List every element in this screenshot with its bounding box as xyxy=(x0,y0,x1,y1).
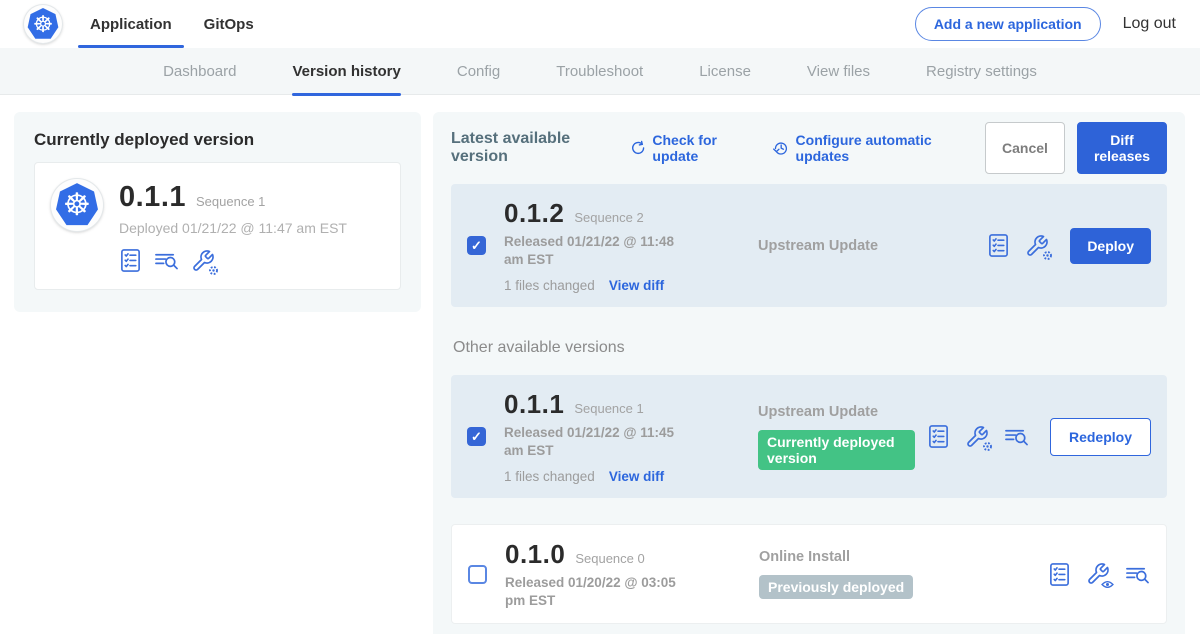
kubernetes-logo-icon: ☸ xyxy=(24,5,62,43)
deploy-button[interactable]: Deploy xyxy=(1070,228,1151,264)
tab-gitops[interactable]: GitOps xyxy=(204,0,254,48)
source-label: Online Install xyxy=(759,549,1036,565)
topnav-tabs: Application GitOps xyxy=(90,0,254,48)
version-row: 0.1.0 Sequence 0 Released 01/20/22 @ 03:… xyxy=(451,524,1167,624)
topnav-right: Add a new application Log out xyxy=(915,7,1176,41)
edit-config-icon[interactable] xyxy=(1025,234,1049,258)
version-row: ✓ 0.1.1 Sequence 1 Released 01/21/22 @ 1… xyxy=(451,375,1167,498)
deployed-sequence: Sequence 1 xyxy=(196,194,265,209)
version-number: 0.1.1 xyxy=(504,389,564,420)
version-actions: Redeploy xyxy=(927,418,1151,456)
panel-header: Latest available version Check for updat… xyxy=(451,130,1167,166)
released-timestamp: Released 01/21/22 @ 11:48 am EST xyxy=(504,233,694,268)
view-diff-link[interactable]: View diff xyxy=(609,469,664,484)
subnav-tab-troubleshoot[interactable]: Troubleshoot xyxy=(556,48,643,95)
source-label: Upstream Update xyxy=(758,238,975,254)
version-actions: Deploy xyxy=(987,228,1151,264)
version-info: 0.1.2 Sequence 2 Released 01/21/22 @ 11:… xyxy=(504,198,716,293)
tab-application[interactable]: Application xyxy=(90,0,172,48)
currently-deployed-badge: Currently deployed version xyxy=(758,430,915,470)
configure-automatic-updates-label: Configure automatic updates xyxy=(796,132,963,164)
view-config-icon[interactable] xyxy=(1086,562,1110,586)
version-number: 0.1.0 xyxy=(505,539,565,570)
gear-icon xyxy=(208,265,219,276)
latest-available-title: Latest available version xyxy=(451,130,608,166)
source-label: Upstream Update xyxy=(758,404,915,420)
add-new-application-button[interactable]: Add a new application xyxy=(915,7,1101,41)
currently-deployed-title: Currently deployed version xyxy=(34,130,401,150)
app-icon: ☸ xyxy=(51,179,103,231)
preflight-checks-icon[interactable] xyxy=(119,248,142,273)
edit-config-icon[interactable] xyxy=(191,249,215,273)
currently-deployed-card: Currently deployed version ☸ 0.1.1 Seque… xyxy=(14,112,421,312)
version-actions xyxy=(1048,562,1150,587)
redeploy-button[interactable]: Redeploy xyxy=(1050,418,1151,456)
diff-select-checkbox[interactable]: ✓ xyxy=(467,427,486,446)
version-history-panel: Latest available version Check for updat… xyxy=(433,112,1185,634)
released-timestamp: Released 01/20/22 @ 03:05 pm EST xyxy=(505,574,695,609)
subnav-tab-registry-settings[interactable]: Registry settings xyxy=(926,48,1037,95)
configure-automatic-updates-link[interactable]: Configure automatic updates xyxy=(773,132,963,164)
deploy-logs-icon[interactable] xyxy=(1004,425,1029,448)
subnav-tab-dashboard[interactable]: Dashboard xyxy=(163,48,236,95)
version-sequence: Sequence 0 xyxy=(575,551,644,566)
deployed-info: 0.1.1 Sequence 1 Deployed 01/21/22 @ 11:… xyxy=(119,179,347,273)
version-source: Upstream Update Currently deployed versi… xyxy=(758,404,915,470)
cancel-button[interactable]: Cancel xyxy=(985,122,1065,174)
preflight-checks-icon[interactable] xyxy=(987,233,1010,258)
subnav-tab-license[interactable]: License xyxy=(699,48,751,95)
subnav-tab-config[interactable]: Config xyxy=(457,48,500,95)
deployed-version-number: 0.1.1 xyxy=(119,181,186,214)
diff-select-checkbox[interactable]: ✓ xyxy=(467,236,486,255)
k8s-helm-wheel-icon: ☸ xyxy=(33,13,53,36)
diff-select-checkbox[interactable] xyxy=(468,565,487,584)
check-for-update-label: Check for update xyxy=(652,132,751,164)
preflight-checks-icon[interactable] xyxy=(1048,562,1071,587)
top-navbar: ☸ Application GitOps Add a new applicati… xyxy=(0,0,1200,48)
subnav-tab-view-files[interactable]: View files xyxy=(807,48,870,95)
version-number: 0.1.2 xyxy=(504,198,564,229)
deploy-logs-icon[interactable] xyxy=(1125,563,1150,586)
gear-icon xyxy=(1042,250,1053,261)
refresh-icon xyxy=(630,139,646,157)
version-sequence: Sequence 1 xyxy=(574,401,643,416)
files-changed-label: 1 files changed xyxy=(504,469,595,484)
version-source: Online Install Previously deployed xyxy=(759,549,1036,599)
version-source: Upstream Update xyxy=(758,238,975,254)
other-versions-heading: Other available versions xyxy=(453,339,1167,357)
preflight-checks-icon[interactable] xyxy=(927,424,950,449)
released-timestamp: Released 01/21/22 @ 11:45 am EST xyxy=(504,424,694,459)
version-info: 0.1.0 Sequence 0 Released 01/20/22 @ 03:… xyxy=(505,539,717,609)
version-row: ✓ 0.1.2 Sequence 2 Released 01/21/22 @ 1… xyxy=(451,184,1167,307)
eye-icon xyxy=(1101,580,1114,589)
version-sequence: Sequence 2 xyxy=(574,210,643,225)
edit-config-icon[interactable] xyxy=(965,425,989,449)
logout-link[interactable]: Log out xyxy=(1123,15,1176,33)
deployed-version-box: ☸ 0.1.1 Sequence 1 Deployed 01/21/22 @ 1… xyxy=(34,162,401,290)
k8s-helm-wheel-icon: ☸ xyxy=(63,189,91,220)
diff-releases-button[interactable]: Diff releases xyxy=(1077,122,1167,174)
files-changed-label: 1 files changed xyxy=(504,278,595,293)
check-for-update-link[interactable]: Check for update xyxy=(630,132,751,164)
app-subnav: Dashboard Version history Config Trouble… xyxy=(0,48,1200,95)
previously-deployed-badge: Previously deployed xyxy=(759,575,913,599)
version-info: 0.1.1 Sequence 1 Released 01/21/22 @ 11:… xyxy=(504,389,716,484)
deploy-logs-icon[interactable] xyxy=(154,249,179,272)
view-diff-link[interactable]: View diff xyxy=(609,278,664,293)
deployed-timestamp: Deployed 01/21/22 @ 11:47 am EST xyxy=(119,220,347,236)
schedule-update-icon xyxy=(773,139,789,157)
main-content: Currently deployed version ☸ 0.1.1 Seque… xyxy=(0,95,1200,634)
subnav-tab-version-history[interactable]: Version history xyxy=(292,48,400,95)
gear-icon xyxy=(982,441,993,452)
